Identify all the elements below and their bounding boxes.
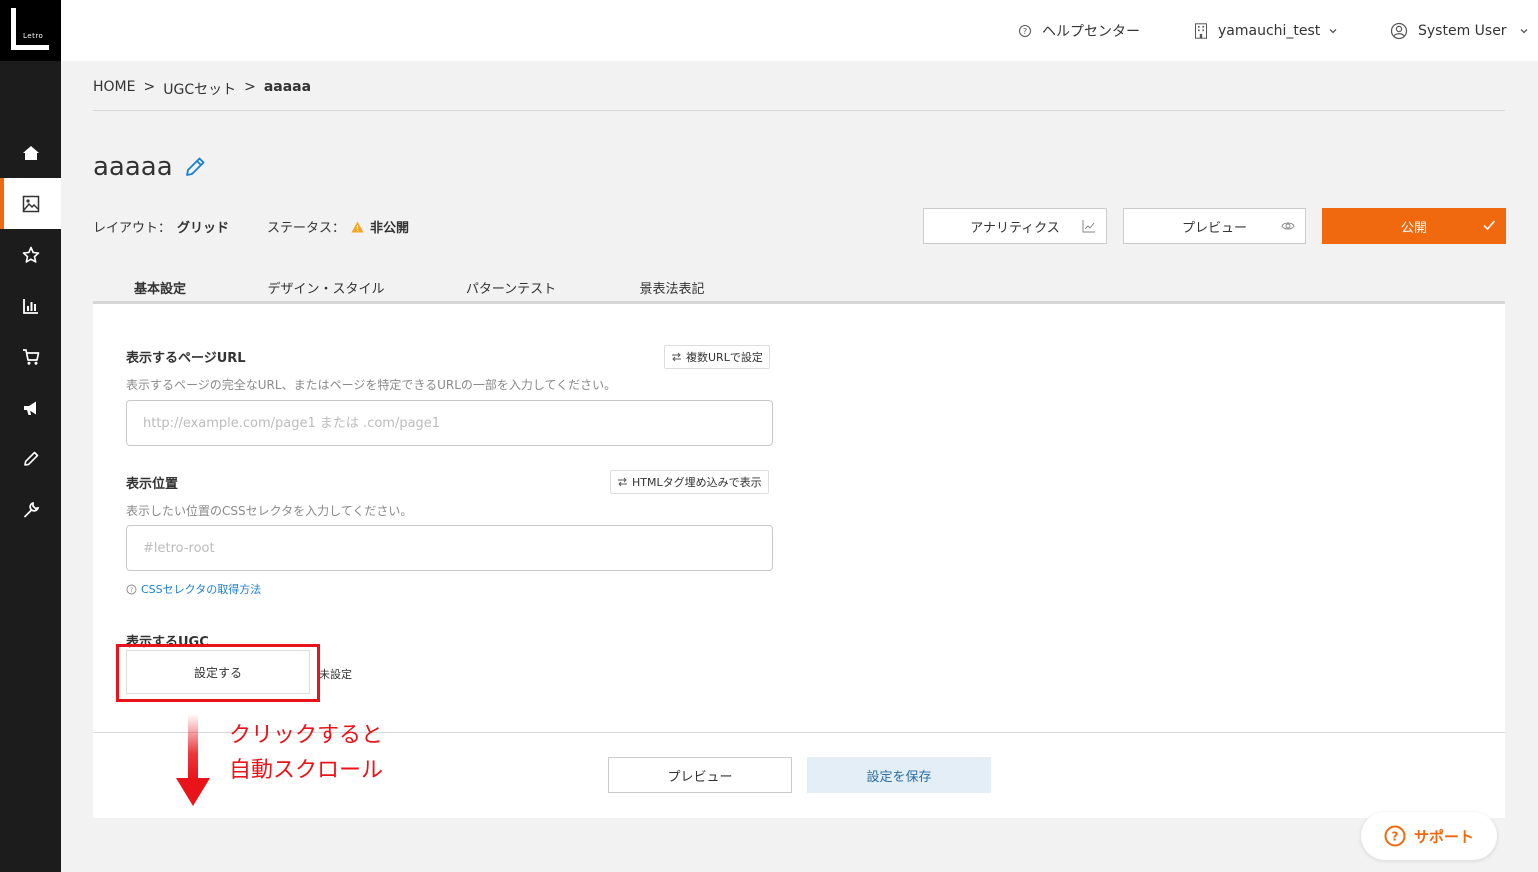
css-selector-help-link[interactable]: ? CSSセレクタの取得方法 <box>126 581 261 597</box>
user-menu[interactable]: System User <box>1390 0 1529 61</box>
help-center-label: ヘルプセンター <box>1042 23 1140 40</box>
topbar: ? ヘルプセンター yamauchi_test System User <box>61 0 1538 61</box>
annotation-line-2: 自動スクロール <box>229 758 384 783</box>
page-url-help: 表示するページの完全なURL、またはページを特定できるURLの一部を入力してくだ… <box>126 378 617 392</box>
page-title: aaaaa <box>93 152 173 182</box>
building-icon <box>1195 22 1207 39</box>
sidebar-item-ugc[interactable] <box>0 178 61 229</box>
user-circle-icon <box>1390 22 1408 39</box>
analytics-button[interactable]: アナリティクス <box>923 208 1107 244</box>
swap-icon <box>672 352 681 362</box>
layout-label: レイアウト： <box>93 221 172 236</box>
breadcrumb-separator: > <box>244 79 256 95</box>
question-circle-icon: ? <box>1019 24 1031 37</box>
breadcrumb-ugc-set[interactable]: UGCセット <box>163 79 236 99</box>
save-settings-button[interactable]: 設定を保存 <box>807 757 991 793</box>
account-label: yamauchi_test <box>1218 22 1321 39</box>
question-circle-icon: ? <box>1384 825 1406 847</box>
user-label: System User <box>1418 22 1507 39</box>
annotation-highlight-box <box>116 644 320 702</box>
edit-pencil-icon[interactable] <box>183 155 207 179</box>
page-url-input[interactable] <box>126 400 773 446</box>
breadcrumb-current: aaaaa <box>263 79 312 95</box>
publish-button[interactable]: 公開 <box>1322 208 1506 244</box>
tab-label: パターンテスト <box>465 281 557 297</box>
html-embed-toggle-button[interactable]: HTMLタグ埋め込みで表示 <box>610 470 769 494</box>
sidebar-item-home[interactable] <box>0 127 61 178</box>
star-icon <box>22 246 39 263</box>
sidebar-item-shop[interactable] <box>0 331 61 382</box>
sidebar-item-analytics[interactable] <box>0 280 61 331</box>
page-title-row: aaaaa <box>93 152 207 182</box>
status-value: 非公開 <box>370 221 410 236</box>
support-button[interactable]: ? サポート <box>1361 812 1497 860</box>
svg-text:?: ? <box>130 586 133 594</box>
breadcrumb-separator: > <box>143 79 156 95</box>
ugc-status: 未設定 <box>319 668 352 681</box>
svg-text:?: ? <box>1392 830 1399 844</box>
status-label: ステータス： <box>267 221 346 236</box>
chevron-down-icon <box>1329 28 1337 33</box>
css-selector-help-text: CSSセレクタの取得方法 <box>141 583 262 596</box>
tab-design-style[interactable]: デザイン・スタイル <box>227 270 425 304</box>
home-icon <box>22 145 39 160</box>
chevron-down-icon <box>1520 28 1528 33</box>
preview-label: プレビュー <box>1181 220 1247 236</box>
css-selector-input[interactable] <box>126 525 773 571</box>
display-position-label: 表示位置 <box>126 477 179 492</box>
footer-preview-label: プレビュー <box>667 769 733 785</box>
account-switcher[interactable]: yamauchi_test <box>1194 0 1338 61</box>
image-icon <box>22 195 39 212</box>
tab-pattern-test[interactable]: パターンテスト <box>425 270 597 304</box>
save-settings-label: 設定を保存 <box>866 769 932 785</box>
support-label: サポート <box>1413 827 1474 846</box>
footer-preview-button[interactable]: プレビュー <box>608 757 792 793</box>
check-icon <box>1483 220 1496 231</box>
settings-tabs: 基本設定 デザイン・スタイル パターンテスト 景表法表記 <box>93 270 1505 307</box>
annotation-text: クリックすると 自動スクロール <box>229 718 383 788</box>
letro-logo[interactable]: Letro <box>0 0 61 61</box>
preview-button[interactable]: プレビュー <box>1123 208 1306 244</box>
publish-label: 公開 <box>1400 220 1427 236</box>
eye-icon <box>1281 222 1295 230</box>
tab-label: 景表法表記 <box>639 281 705 297</box>
tab-label: デザイン・スタイル <box>267 281 385 297</box>
sidebar-item-settings[interactable] <box>0 484 61 535</box>
pencil-icon <box>23 451 38 466</box>
page-url-label: 表示するページURL <box>126 351 246 366</box>
layout-meta: レイアウト： グリッド <box>93 217 229 236</box>
swap-icon <box>618 477 627 487</box>
question-circle-icon: ? <box>126 584 137 594</box>
wrench-icon <box>23 501 39 517</box>
sidebar: Letro <box>0 0 61 872</box>
help-center-link[interactable]: ? ヘルプセンター <box>1018 0 1140 61</box>
line-chart-icon <box>1082 220 1095 233</box>
megaphone-icon <box>23 401 36 415</box>
multi-url-toggle-label: 複数URLで設定 <box>686 351 763 364</box>
breadcrumb: HOME > UGCセット > aaaaa <box>93 79 311 99</box>
annotation-line-1: クリックすると <box>229 723 384 748</box>
sidebar-item-campaign[interactable] <box>0 382 61 433</box>
tab-basic-settings[interactable]: 基本設定 <box>93 270 227 307</box>
analytics-label: アナリティクス <box>970 220 1060 236</box>
cart-icon <box>22 348 39 365</box>
svg-text:?: ? <box>1023 26 1027 35</box>
tab-labeling[interactable]: 景表法表記 <box>597 270 747 304</box>
annotation-arrow <box>176 714 210 806</box>
status-meta: ステータス： 非公開 <box>267 217 409 236</box>
display-position-help: 表示したい位置のCSSセレクタを入力してください。 <box>126 504 413 518</box>
layout-value: グリッド <box>177 221 230 236</box>
html-embed-toggle-label: HTMLタグ埋め込みで表示 <box>632 476 762 489</box>
warning-icon <box>351 221 364 232</box>
breadcrumb-divider <box>93 110 1505 111</box>
chart-icon <box>22 298 38 314</box>
logo-text: Letro <box>23 32 44 40</box>
sidebar-item-favorites[interactable] <box>0 229 61 280</box>
tab-label: 基本設定 <box>133 281 186 297</box>
sidebar-item-design[interactable] <box>0 433 61 484</box>
breadcrumb-home[interactable]: HOME <box>93 79 135 99</box>
multi-url-toggle-button[interactable]: 複数URLで設定 <box>664 345 770 369</box>
